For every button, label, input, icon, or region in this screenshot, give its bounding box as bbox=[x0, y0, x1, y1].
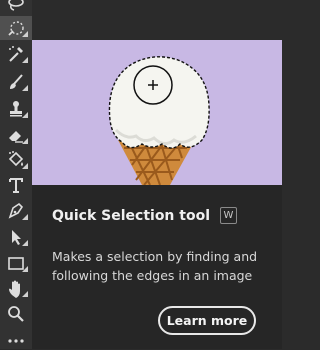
stamp-tool[interactable] bbox=[0, 97, 32, 121]
type-tool[interactable] bbox=[0, 173, 32, 197]
brush-tool[interactable] bbox=[0, 70, 32, 94]
submenu-indicator bbox=[22, 214, 28, 220]
eraser-tool[interactable] bbox=[0, 123, 32, 147]
lasso-icon bbox=[8, 0, 24, 11]
submenu-indicator bbox=[22, 240, 28, 246]
pen-tool[interactable] bbox=[0, 199, 32, 223]
submenu-indicator bbox=[22, 112, 28, 118]
zoom-tool[interactable] bbox=[0, 302, 32, 326]
type-icon bbox=[9, 178, 23, 193]
tooltip-title: Quick Selection tool bbox=[52, 207, 210, 224]
rectangle-tool[interactable] bbox=[0, 251, 32, 275]
paint-bucket-tool[interactable] bbox=[0, 148, 32, 172]
submenu-indicator bbox=[22, 163, 28, 169]
submenu-indicator bbox=[22, 138, 28, 144]
submenu-indicator bbox=[22, 266, 28, 272]
submenu-indicator bbox=[22, 31, 28, 37]
ice-cream-illustration bbox=[32, 40, 282, 185]
tool-tooltip: Quick Selection tool W Makes a selection… bbox=[32, 40, 282, 349]
submenu-indicator bbox=[22, 57, 28, 63]
submenu-indicator bbox=[22, 85, 28, 91]
hand-tool[interactable] bbox=[0, 276, 32, 300]
quick-selection-tool[interactable] bbox=[0, 16, 32, 40]
tool-preview-image bbox=[32, 40, 282, 185]
tooltip-description: Makes a selection by finding and followi… bbox=[52, 249, 258, 283]
learn-more-button[interactable]: Learn more bbox=[158, 306, 256, 335]
lasso-tool[interactable] bbox=[0, 0, 32, 16]
tooltip-header: Quick Selection tool W bbox=[52, 207, 237, 224]
more-tools-button[interactable] bbox=[0, 326, 32, 350]
eyedropper-tool[interactable] bbox=[0, 42, 32, 66]
path-selection-tool[interactable] bbox=[0, 225, 32, 249]
tools-panel bbox=[0, 0, 32, 349]
shortcut-key-badge: W bbox=[220, 207, 237, 224]
submenu-indicator bbox=[22, 291, 28, 297]
magnifier-icon bbox=[8, 306, 24, 322]
ellipsis-icon bbox=[8, 339, 24, 343]
